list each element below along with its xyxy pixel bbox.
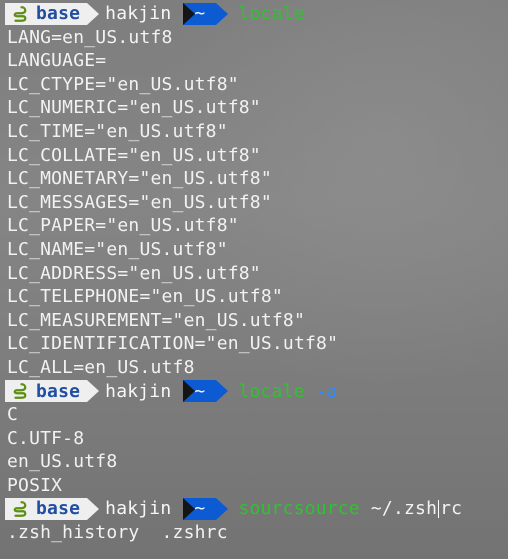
username: hakjin	[105, 3, 172, 24]
output-line: LC_CTYPE="en_US.utf8"	[7, 73, 239, 95]
completion-suggestions[interactable]: .zsh_history .zshrc	[0, 521, 508, 545]
conda-env-segment: base	[5, 2, 100, 25]
python-snake-icon	[13, 5, 27, 22]
output-line: C	[7, 404, 19, 426]
command-text: locale -a	[216, 380, 337, 402]
tilde-folder-icon: ~	[194, 498, 206, 520]
text-cursor	[438, 500, 440, 519]
output-line: LC_MONETARY="en_US.utf8"	[7, 168, 272, 190]
command-input[interactable]: sourcsource ~/.zsh rc	[216, 498, 462, 520]
output-line: POSIX	[7, 474, 63, 496]
output-line: LC_TIME="en_US.utf8"	[7, 120, 228, 142]
directory-segment: ~	[183, 498, 229, 521]
output-line: LC_TELEPHONE="en_US.utf8"	[7, 286, 283, 308]
python-snake-icon	[13, 501, 27, 518]
tilde-folder-icon: ~	[194, 3, 206, 24]
command-name: locale	[238, 380, 305, 402]
output-line: LC_PAPER="en_US.utf8"	[7, 215, 239, 237]
directory-segment: ~	[183, 2, 229, 25]
command-argument: -a	[315, 380, 338, 402]
conda-env-name: base	[36, 498, 81, 520]
output-line: en_US.utf8	[7, 451, 118, 473]
conda-env-name: base	[36, 380, 81, 402]
directory-segment: ~	[183, 380, 229, 403]
output-line: LC_ADDRESS="en_US.utf8"	[7, 262, 261, 284]
shell-prompt: base hakjin ~ sourcsource ~/.zsh rc	[0, 497, 508, 521]
command-name: sourcsource	[238, 498, 360, 520]
path-argument-after-cursor: rc	[440, 498, 463, 520]
output-line: LC_IDENTIFICATION="en_US.utf8"	[7, 333, 339, 355]
conda-env-name: base	[36, 3, 81, 24]
output-line: LC_MESSAGES="en_US.utf8"	[7, 191, 272, 213]
command-text: locale	[216, 3, 304, 25]
conda-env-segment: base	[5, 498, 100, 521]
tilde-folder-icon: ~	[194, 380, 206, 402]
output-line: LANG=en_US.utf8	[7, 26, 173, 48]
output-line: LC_COLLATE="en_US.utf8"	[7, 144, 261, 166]
output-line: LANGUAGE=	[7, 50, 107, 72]
username: hakjin	[105, 380, 172, 402]
output-line: LC_NAME="en_US.utf8"	[7, 238, 228, 260]
command-name: locale	[238, 3, 305, 24]
output-line: LC_MEASUREMENT="en_US.utf8"	[7, 309, 305, 331]
path-argument-before-cursor: ~/.zsh	[370, 498, 438, 520]
output-line: LC_ALL=en_US.utf8	[7, 356, 195, 378]
python-snake-icon	[13, 383, 27, 400]
username: hakjin	[105, 498, 172, 520]
output-line: C.UTF-8	[7, 427, 85, 449]
shell-prompt: base hakjin ~ locale	[0, 2, 508, 26]
terminal-window[interactable]: base hakjin ~ locale LANG=en_US.utf8 LAN…	[0, 0, 508, 559]
shell-prompt: base hakjin ~ locale -a	[0, 380, 508, 404]
conda-env-segment: base	[5, 380, 100, 403]
output-line: LC_NUMERIC="en_US.utf8"	[7, 97, 261, 119]
